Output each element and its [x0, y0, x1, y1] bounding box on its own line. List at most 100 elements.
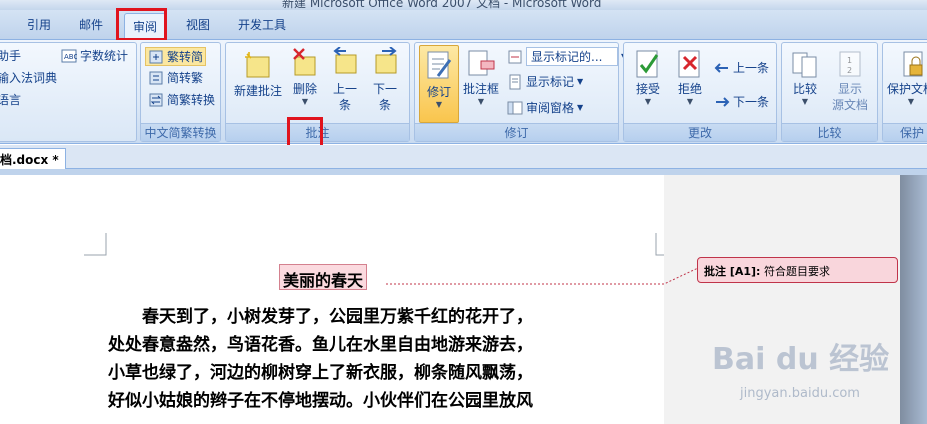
document-page[interactable]: 美丽的春天 春天到了，小树发芽了，公园里万紫千红的花开了， 处处春意盎然，鸟语花… [0, 175, 678, 424]
group-compare: 比较 ▼ 12 显示 源文档 比较 [781, 42, 878, 142]
word-count-button[interactable]: ABC 字数统计 [61, 47, 128, 64]
tab-mailings[interactable]: 邮件 [79, 16, 103, 33]
delete-comment-icon [288, 47, 322, 81]
new-comment-button[interactable]: 新建批注 [230, 51, 286, 99]
display-for-review-value: 显示标记的... [526, 47, 618, 66]
chevron-down-icon: ▼ [801, 97, 809, 106]
traditional-icon [148, 70, 164, 86]
to-simplified-button[interactable]: 繁转简 [145, 47, 207, 66]
paragraph-line: 春天到了，小树发芽了，公园里万紫千红的花开了， [108, 307, 533, 327]
balloons-button[interactable]: 批注框 ▼ [461, 49, 501, 107]
group-label-chinese-conversion: 中文简繁转换 [141, 123, 220, 141]
document-body[interactable]: 春天到了，小树发芽了，公园里万紫千红的花开了， 处处春意盎然，鸟语花香。鱼儿在水… [108, 303, 654, 415]
tab-developer[interactable]: 开发工具 [238, 16, 286, 33]
chevron-down-icon: ▼ [644, 97, 652, 106]
document-heading[interactable]: 美丽的春天 [279, 264, 368, 290]
track-changes-button[interactable]: 修订 ▼ [419, 45, 459, 123]
next-comment-label-1: 下一 [372, 82, 397, 96]
to-traditional-label: 简转繁 [167, 71, 204, 85]
page-margin-corner-left [84, 233, 107, 256]
chevron-down-icon: ▼ [301, 97, 309, 106]
protect-document-button[interactable]: 保护文档 ▼ [885, 49, 927, 107]
window-title: 新建 Microsoft Office Word 2007 文档 - Micro… [282, 0, 602, 10]
reject-icon [670, 49, 710, 81]
previous-comment-label-1: 上一 [332, 82, 357, 96]
next-comment-label-2: 条 [378, 98, 391, 112]
to-simplified-label: 繁转简 [167, 50, 204, 64]
comment-balloon[interactable]: 批注 [A1]: 符合题目要求 [697, 257, 898, 283]
reviewing-pane-label: 审阅窗格 [526, 101, 575, 115]
lock-icon [885, 49, 927, 81]
previous-comment-label-2: 条 [338, 98, 351, 112]
delete-comment-label: 删除 [292, 82, 317, 96]
word-count-label: 字数统计 [80, 49, 129, 63]
accept-icon [628, 49, 668, 81]
compare-label: 比较 [792, 82, 817, 96]
next-change-label: 下一条 [733, 95, 770, 109]
to-traditional-button[interactable]: 简转繁 [148, 69, 203, 86]
paragraph-line: 处处春意盎然，鸟语花香。鱼儿在水里自由地游来游去， [108, 335, 533, 355]
comment-text: 符合题目要求 [763, 265, 830, 278]
balloons-icon [461, 49, 501, 81]
show-source-button[interactable]: 12 显示 源文档 [826, 49, 874, 113]
previous-change-label: 上一条 [733, 61, 770, 75]
tab-view[interactable]: 视图 [186, 16, 210, 33]
show-source-label-2: 源文档 [831, 98, 868, 112]
comment-tag: 批注 [A1]: [704, 265, 761, 278]
chevron-down-icon: ▼ [435, 100, 443, 109]
group-protect: 保护文档 ▼ 保护 [882, 42, 927, 142]
convert-icon [148, 92, 164, 108]
compare-icon [786, 49, 824, 81]
show-source-label-1: 显示 [837, 82, 862, 96]
previous-comment-button[interactable]: 上一 条 [326, 46, 364, 113]
chevron-down-icon: ▼ [577, 77, 584, 86]
highlight-box-review-tab [116, 8, 167, 41]
accept-button[interactable]: 接受 ▼ [628, 49, 668, 107]
svg-text:2: 2 [847, 66, 852, 75]
reviewing-pane-button[interactable]: 审阅窗格 ▼ [507, 99, 583, 116]
display-review-icon [507, 49, 523, 65]
new-comment-label: 新建批注 [233, 84, 282, 98]
previous-change-icon [714, 60, 730, 76]
show-source-icon: 12 [826, 49, 874, 81]
word-count-icon: ABC [61, 48, 78, 64]
document-tab-bar: 档.docx * [0, 145, 927, 169]
document-tab[interactable]: 档.docx * [0, 148, 66, 169]
chevron-down-icon: ▼ [907, 97, 915, 106]
chevron-down-icon: ▼ [477, 97, 485, 106]
convert-button[interactable]: 简繁转换 [148, 91, 215, 108]
track-changes-label: 修订 [426, 85, 451, 99]
baidu-watermark: Bai du 经验 [712, 342, 890, 377]
tab-references[interactable]: 引用 [27, 16, 51, 33]
next-change-icon [714, 94, 730, 110]
page-shadow [900, 175, 927, 424]
group-label-tracking: 修订 [415, 123, 618, 141]
new-comment-icon [230, 51, 286, 83]
delete-comment-button[interactable]: 删除 ▼ [288, 47, 322, 107]
group-changes: 接受 ▼ 拒绝 ▼ 上一条 下一条 更改 [623, 42, 777, 142]
ime-dictionary-button[interactable]: 输入法词典 [0, 69, 57, 86]
baidu-watermark-url: jingyan.baidu.com [740, 386, 860, 401]
next-change-button[interactable]: 下一条 [714, 93, 769, 110]
reject-button[interactable]: 拒绝 ▼ [670, 49, 710, 107]
svg-text:ABC: ABC [64, 53, 77, 61]
show-markup-button[interactable]: 显示标记 ▼ [507, 73, 583, 90]
convert-label: 简繁转换 [167, 93, 216, 107]
protect-document-label: 保护文档 [886, 82, 927, 96]
accept-label: 接受 [635, 82, 660, 96]
svg-text:1: 1 [847, 56, 852, 65]
display-for-review-dropdown[interactable]: 显示标记的... ▼ [507, 47, 627, 66]
reviewing-pane-icon [507, 100, 523, 116]
paragraph-line: 好似小姑娘的辫子在不停地摆动。小伙伴们在公园里放风 [108, 391, 533, 411]
previous-change-button[interactable]: 上一条 [714, 59, 769, 76]
chevron-down-icon: ▼ [686, 97, 694, 106]
next-comment-icon [366, 46, 404, 81]
language-button[interactable]: 语言 [0, 91, 21, 108]
compare-button[interactable]: 比较 ▼ [786, 49, 824, 107]
group-label-protect: 保护 [883, 123, 927, 141]
next-comment-button[interactable]: 下一 条 [366, 46, 404, 113]
balloons-label: 批注框 [462, 82, 499, 96]
group-proofing: 助手 输入法词典 语言 ABC 字数统计 [0, 42, 137, 142]
assistant-button[interactable]: 助手 [0, 47, 21, 64]
group-tracking: 修订 ▼ 批注框 ▼ 显示标记的... ▼ 显示标记 ▼ 审阅窗格 ▼ 修订 [414, 42, 627, 142]
